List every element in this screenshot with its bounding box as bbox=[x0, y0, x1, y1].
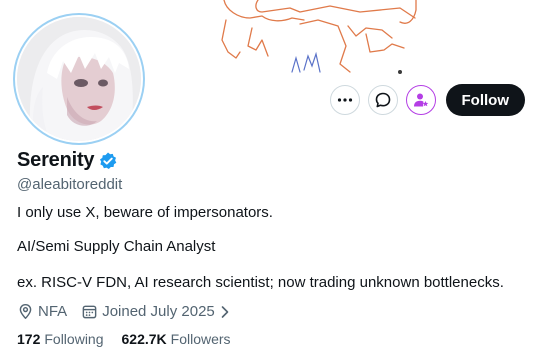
joined-text: Joined July 2025 bbox=[102, 303, 215, 320]
followers-count: 622.7K bbox=[121, 331, 167, 347]
username-handle: @aleabitoreddit bbox=[17, 176, 123, 193]
following-label: Following bbox=[44, 331, 104, 347]
followers-label: Followers bbox=[170, 331, 231, 347]
bio-line-1: I only use X, beware of impersonators. bbox=[17, 204, 273, 221]
message-icon bbox=[375, 92, 390, 108]
verified-badge-icon[interactable] bbox=[98, 151, 118, 171]
avatar-illustration bbox=[17, 17, 141, 141]
location: NFA bbox=[17, 303, 67, 320]
profile-actions: Follow bbox=[329, 84, 525, 116]
location-pin-icon bbox=[19, 303, 32, 320]
message-button[interactable] bbox=[367, 85, 398, 115]
avatar[interactable] bbox=[17, 17, 141, 141]
bio-line-2: AI/Semi Supply Chain Analyst bbox=[17, 238, 216, 255]
calendar-icon bbox=[82, 305, 97, 319]
follow-button[interactable]: Follow bbox=[445, 84, 525, 116]
profile-name-row: Serenity bbox=[17, 149, 118, 172]
following-count: 172 bbox=[17, 331, 41, 347]
profile-meta-row: NFA Joined July 2025 bbox=[17, 303, 231, 320]
followers-link[interactable]: 622.7K Followers bbox=[122, 331, 231, 347]
more-icon bbox=[337, 98, 352, 102]
follow-label: Follow bbox=[461, 91, 510, 109]
chevron-right-icon bbox=[221, 305, 229, 318]
display-name: Serenity bbox=[17, 149, 95, 171]
subscribe-button[interactable] bbox=[405, 85, 436, 115]
joined-date[interactable]: Joined July 2025 bbox=[81, 303, 231, 320]
location-text: NFA bbox=[38, 303, 68, 320]
bio-line-3: ex. RISC-V FDN, AI research scientist; n… bbox=[17, 274, 504, 291]
following-link[interactable]: 172 Following bbox=[17, 331, 104, 347]
more-button[interactable] bbox=[329, 85, 360, 115]
profile-stats-row: 172 Following 622.7K Followers bbox=[17, 331, 231, 347]
subscribe-icon bbox=[413, 93, 428, 107]
